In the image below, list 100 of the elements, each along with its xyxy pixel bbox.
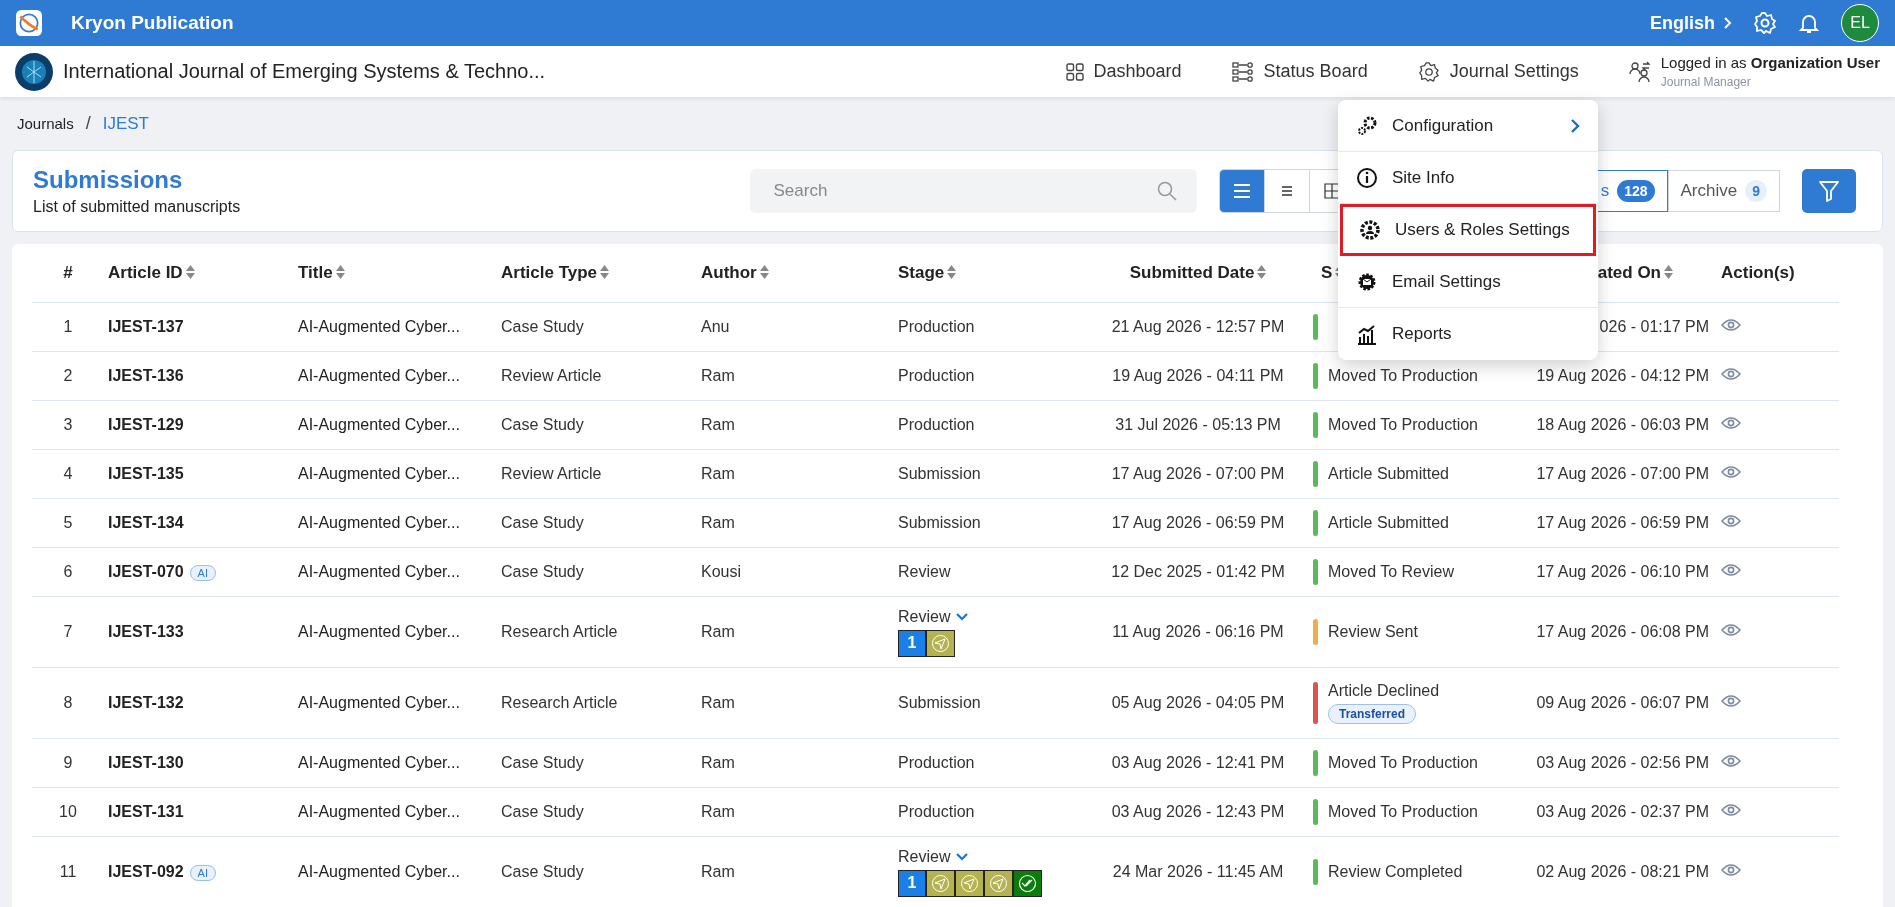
breadcrumb-link[interactable]: IJEST bbox=[102, 113, 149, 134]
view-icon[interactable] bbox=[1721, 803, 1741, 817]
view-icon[interactable] bbox=[1721, 623, 1741, 637]
updated-date: 17 Aug 2026 - 06:59 PM bbox=[1536, 514, 1709, 531]
stage-name: Production bbox=[898, 803, 975, 820]
sort-icon[interactable] bbox=[335, 265, 345, 279]
status-badge: Transferred bbox=[1328, 704, 1417, 724]
sort-icon[interactable] bbox=[185, 265, 195, 279]
user-avatar[interactable]: EL bbox=[1841, 4, 1879, 42]
page-title: Submissions bbox=[33, 166, 184, 194]
article-title: AI-Augmented Cyber... bbox=[298, 563, 460, 580]
filter-icon bbox=[1817, 179, 1841, 203]
filter-button[interactable] bbox=[1802, 169, 1856, 213]
column-header[interactable]: S bbox=[1321, 263, 1333, 282]
article-title: AI-Augmented Cyber... bbox=[298, 514, 460, 531]
sort-icon[interactable] bbox=[1257, 265, 1267, 279]
chevron-right-icon bbox=[1723, 17, 1733, 29]
menu-item[interactable]: Site Info bbox=[1338, 152, 1598, 204]
journal-logo-icon bbox=[15, 52, 53, 91]
column-header[interactable]: Title bbox=[298, 263, 333, 282]
author-name: Ram bbox=[701, 863, 735, 880]
article-id: IJEST-136 bbox=[108, 367, 184, 384]
article-id: IJEST-133 bbox=[108, 623, 184, 640]
status-text: Article Submitted bbox=[1328, 514, 1449, 532]
info-icon bbox=[1356, 166, 1378, 189]
author-name: Ram bbox=[701, 416, 735, 433]
author-name: Ram bbox=[701, 465, 735, 482]
nav-link[interactable]: Dashboard bbox=[1065, 61, 1182, 82]
column-header[interactable]: Article ID bbox=[108, 263, 183, 282]
column-header[interactable]: Submitted Date bbox=[1129, 263, 1255, 282]
view-icon[interactable] bbox=[1721, 514, 1741, 528]
view-icon[interactable] bbox=[1721, 754, 1741, 768]
updated-date: 18 Aug 2026 - 06:03 PM bbox=[1536, 416, 1709, 433]
chevron-down-icon[interactable] bbox=[956, 852, 969, 861]
stage-name: Review bbox=[898, 847, 951, 866]
article-type: Case Study bbox=[501, 416, 584, 433]
view-icon[interactable] bbox=[1721, 563, 1741, 577]
submitted-date: 05 Aug 2026 - 04:05 PM bbox=[1111, 694, 1285, 711]
article-type: Research Article bbox=[501, 694, 618, 711]
view-icon[interactable] bbox=[1721, 694, 1741, 708]
view-icon[interactable] bbox=[1721, 367, 1741, 381]
column-header[interactable]: ated On bbox=[1597, 263, 1661, 282]
updated-date: 17 Aug 2026 - 06:10 PM bbox=[1536, 563, 1709, 580]
column-header[interactable]: Article Type bbox=[501, 263, 598, 282]
status-text: Moved To Production bbox=[1328, 803, 1478, 821]
article-type: Case Study bbox=[501, 754, 584, 771]
column-header[interactable]: Stage bbox=[898, 263, 945, 282]
submitted-date: 21 Aug 2026 - 12:57 PM bbox=[1111, 318, 1285, 335]
list-view-button[interactable] bbox=[1219, 170, 1265, 212]
app-title: Kryon Publication bbox=[71, 12, 234, 34]
sort-icon[interactable] bbox=[759, 265, 769, 279]
status-text: Article Submitted bbox=[1328, 465, 1449, 483]
send-step-icon bbox=[926, 869, 955, 897]
view-icon[interactable] bbox=[1721, 318, 1741, 332]
switch-user-icon[interactable] bbox=[1628, 60, 1651, 83]
submitted-date: 03 Aug 2026 - 12:41 PM bbox=[1111, 754, 1285, 771]
article-id: IJEST-092 bbox=[108, 863, 184, 880]
sort-icon[interactable] bbox=[600, 265, 610, 279]
article-type: Review Article bbox=[501, 465, 602, 482]
column-header[interactable]: Author bbox=[701, 263, 757, 282]
filter-tab[interactable]: Archive 9 bbox=[1667, 170, 1780, 212]
article-title: AI-Augmented Cyber... bbox=[298, 754, 460, 771]
row-number: 5 bbox=[63, 514, 73, 531]
search-field[interactable]: Search bbox=[749, 169, 1197, 213]
list-icon bbox=[1280, 185, 1293, 197]
sort-icon[interactable] bbox=[1664, 265, 1673, 279]
grid-icon bbox=[1065, 62, 1084, 81]
nav-link[interactable]: Status Board bbox=[1231, 61, 1368, 82]
row-number: 11 bbox=[59, 863, 77, 880]
view-icon[interactable] bbox=[1721, 465, 1741, 479]
nav-link[interactable]: Journal Settings bbox=[1417, 60, 1579, 83]
row-number: 10 bbox=[59, 803, 77, 820]
menu-item[interactable]: Email Settings bbox=[1338, 256, 1598, 308]
author-name: Ram bbox=[701, 754, 735, 771]
menu-item[interactable]: Reports bbox=[1338, 308, 1598, 360]
send-step-icon bbox=[984, 869, 1013, 897]
article-type: Research Article bbox=[501, 623, 618, 640]
stage-name: Submission bbox=[898, 694, 981, 711]
menu-item[interactable]: Configuration bbox=[1338, 100, 1598, 152]
view-icon[interactable] bbox=[1721, 416, 1741, 430]
stage-name: Production bbox=[898, 318, 975, 335]
sort-icon[interactable] bbox=[947, 265, 957, 279]
row-number: 3 bbox=[63, 416, 73, 433]
menu-item[interactable]: Users & Roles Settings bbox=[1340, 204, 1596, 256]
view-icon[interactable] bbox=[1721, 863, 1741, 877]
user-gear-icon bbox=[1359, 219, 1381, 241]
article-id: IJEST-131 bbox=[108, 803, 184, 820]
article-title: AI-Augmented Cyber... bbox=[298, 367, 460, 384]
chevron-down-icon[interactable] bbox=[956, 612, 969, 621]
done-step-icon bbox=[1013, 869, 1042, 897]
column-header: Action(s) bbox=[1721, 263, 1795, 282]
row-number: 9 bbox=[63, 754, 73, 771]
article-title: AI-Augmented Cyber... bbox=[298, 318, 460, 335]
status-text: Review Completed bbox=[1328, 863, 1463, 881]
article-type: Case Study bbox=[501, 803, 584, 820]
status-text: Article Declined bbox=[1328, 682, 1440, 700]
settings-icon[interactable] bbox=[1753, 11, 1777, 35]
breadcrumb-link[interactable]: Journals bbox=[17, 115, 74, 132]
author-name: Ram bbox=[701, 694, 735, 711]
language-button[interactable]: English bbox=[1650, 12, 1733, 34]
